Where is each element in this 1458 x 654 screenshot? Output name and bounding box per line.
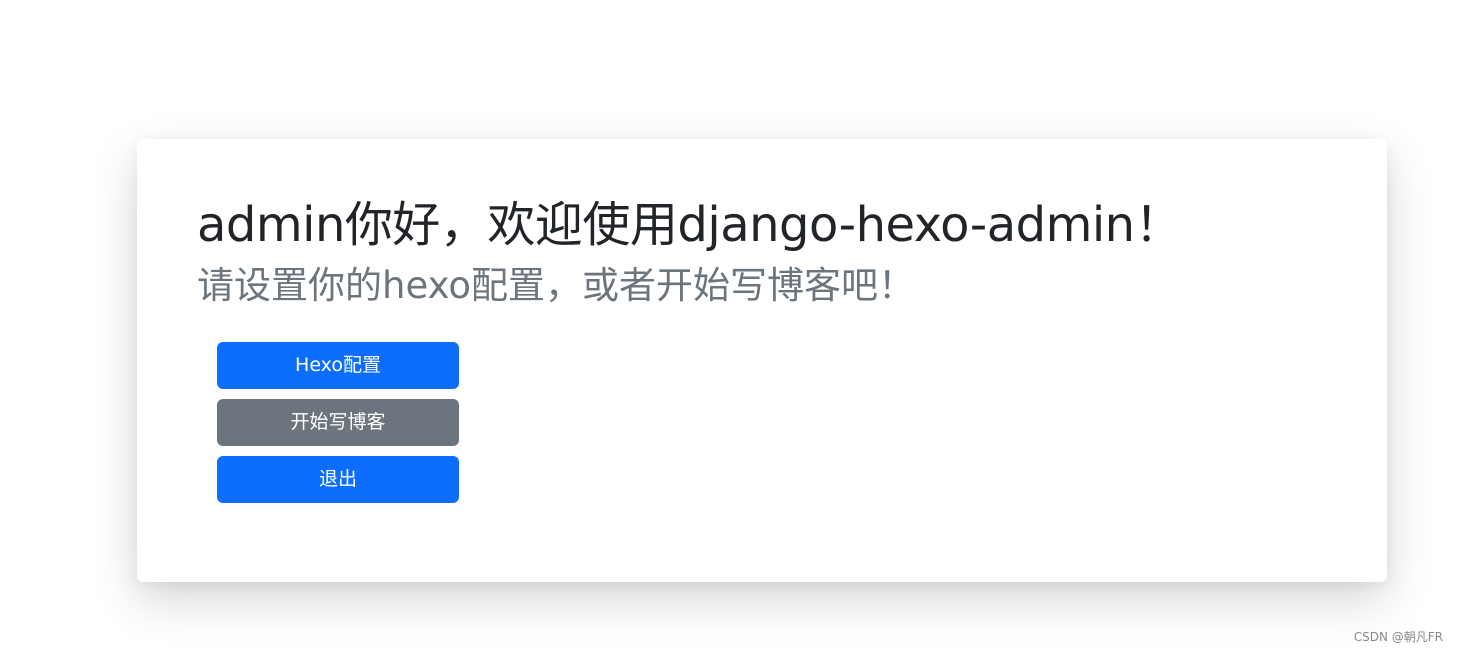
- action-buttons: Hexo配置 开始写博客 退出: [217, 342, 459, 513]
- csdn-watermark: CSDN @朝凡FR: [1353, 630, 1443, 644]
- page: admin你好，欢迎使用django-hexo-admin！ 请设置你的hexo…: [0, 0, 1458, 654]
- welcome-heading: admin你好，欢迎使用django-hexo-admin！: [197, 197, 1183, 253]
- start-writing-button[interactable]: 开始写博客: [217, 399, 459, 446]
- hexo-config-button[interactable]: Hexo配置: [217, 342, 459, 389]
- welcome-subtitle: 请设置你的hexo配置，或者开始写博客吧！: [197, 264, 915, 307]
- welcome-card: admin你好，欢迎使用django-hexo-admin！ 请设置你的hexo…: [137, 139, 1387, 582]
- logout-button[interactable]: 退出: [217, 456, 459, 503]
